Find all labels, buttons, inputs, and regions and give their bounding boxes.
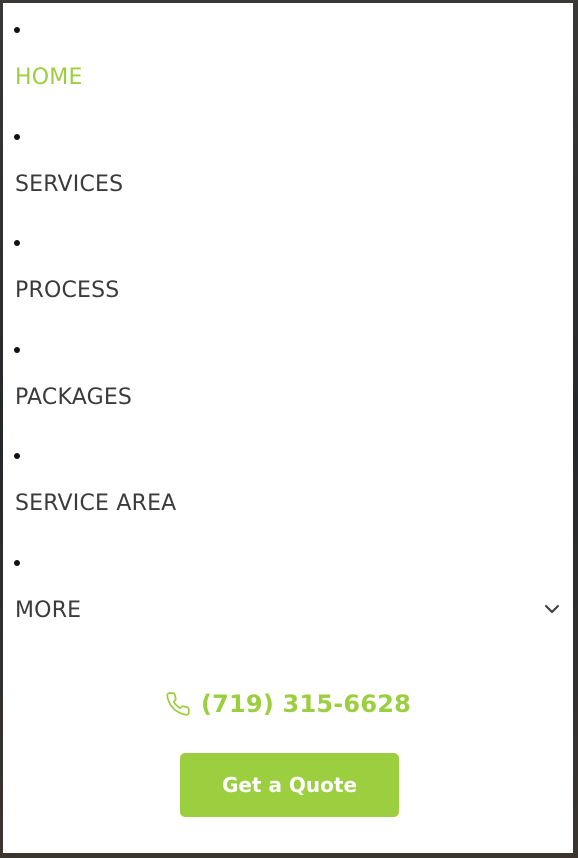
bullet-marker bbox=[14, 133, 20, 140]
phone-link[interactable]: (719) 315-6628 bbox=[3, 686, 573, 722]
nav-link-packages[interactable]: PACKAGES bbox=[15, 385, 132, 411]
nav-item-service-area: SERVICE AREA bbox=[3, 429, 573, 536]
nav-item-process: PROCESS bbox=[3, 216, 573, 323]
nav-link-process[interactable]: PROCESS bbox=[15, 278, 119, 304]
bullet-marker bbox=[14, 453, 20, 459]
bullet-marker bbox=[14, 240, 20, 246]
nav-link-service-area[interactable]: SERVICE AREA bbox=[15, 491, 176, 517]
bullet-marker bbox=[14, 559, 20, 566]
page-background: HOME SERVICES PROCESS PACKAGES SERVICE A… bbox=[0, 0, 578, 858]
bullet-marker bbox=[14, 27, 20, 33]
nav-item-packages: PACKAGES bbox=[3, 323, 573, 430]
nav-item-home: HOME bbox=[3, 3, 573, 110]
mobile-nav-menu: HOME SERVICES PROCESS PACKAGES SERVICE A… bbox=[3, 3, 573, 853]
phone-number: (719) 315-6628 bbox=[200, 690, 412, 718]
nav-list: HOME SERVICES PROCESS PACKAGES SERVICE A… bbox=[3, 3, 573, 642]
nav-item-more: MORE bbox=[3, 536, 573, 643]
nav-link-more[interactable]: MORE bbox=[15, 598, 81, 624]
nav-link-home[interactable]: HOME bbox=[15, 65, 83, 91]
get-a-quote-button[interactable]: Get a Quote bbox=[180, 753, 399, 817]
nav-item-services: SERVICES bbox=[3, 110, 573, 217]
bullet-marker bbox=[14, 346, 20, 353]
nav-link-services[interactable]: SERVICES bbox=[15, 172, 123, 198]
chevron-down-icon[interactable] bbox=[543, 600, 561, 618]
phone-icon bbox=[165, 691, 191, 717]
